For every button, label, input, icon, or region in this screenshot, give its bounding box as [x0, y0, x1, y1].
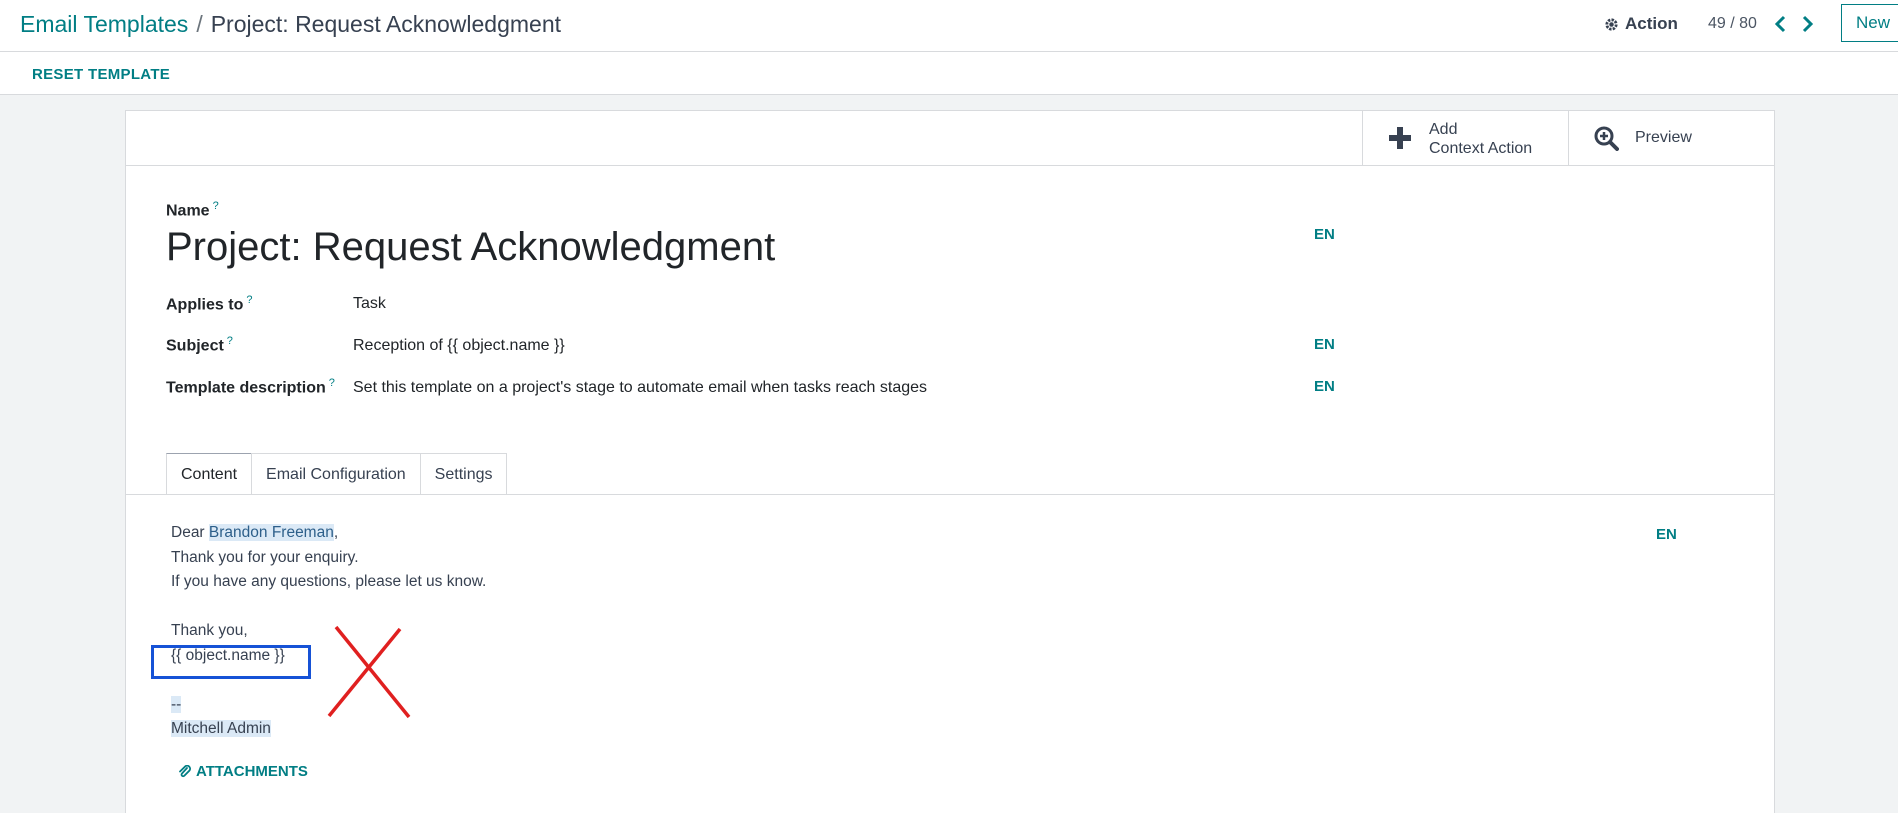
- signature-name: Mitchell Admin: [171, 720, 271, 737]
- tab-settings[interactable]: Settings: [419, 453, 508, 495]
- add-context-action-button[interactable]: Add Context Action: [1362, 111, 1568, 166]
- help-icon[interactable]: ?: [329, 377, 335, 389]
- attachments-button[interactable]: ATTACHMENTS: [178, 763, 308, 780]
- breadcrumb-separator: /: [196, 11, 203, 37]
- help-icon[interactable]: ?: [227, 335, 233, 347]
- body-lang-button[interactable]: EN: [1656, 526, 1677, 543]
- body-line-3: If you have any questions, please let us…: [171, 573, 487, 590]
- name-lang-button[interactable]: EN: [1314, 226, 1335, 243]
- breadcrumb-current: Project: Request Acknowledgment: [210, 11, 562, 37]
- plus-icon: [1389, 127, 1411, 149]
- new-button[interactable]: New: [1841, 4, 1898, 42]
- tab-content[interactable]: Content: [166, 453, 253, 495]
- attachments-label: ATTACHMENTS: [196, 763, 308, 780]
- annotation-cross-icon: [327, 625, 411, 719]
- applies-to-label: Applies to?: [166, 294, 253, 314]
- annotation-highlight-box: [151, 645, 311, 679]
- breadcrumb-email-templates[interactable]: Email Templates: [20, 11, 188, 37]
- help-icon[interactable]: ?: [246, 294, 252, 306]
- zoom-in-icon: [1594, 126, 1619, 151]
- name-input[interactable]: Project: Request Acknowledgment: [166, 223, 775, 271]
- template-description-input[interactable]: Set this template on a project's stage t…: [353, 379, 927, 397]
- action-label: Action: [1625, 14, 1678, 33]
- signature-separator: --: [171, 695, 182, 713]
- breadcrumb: Email Templates / Project: Request Acknowl…: [20, 10, 561, 38]
- chevron-right-icon[interactable]: [1796, 13, 1818, 35]
- applies-to-value[interactable]: Task: [353, 295, 386, 313]
- smart-button-box: Add Context Action Preview: [126, 111, 1774, 166]
- tab-email-configuration[interactable]: Email Configuration: [251, 453, 421, 495]
- preview-label: Preview: [1635, 129, 1692, 146]
- chevron-left-icon[interactable]: [1770, 13, 1792, 35]
- subject-lang-button[interactable]: EN: [1314, 336, 1335, 353]
- control-bar: RESET TEMPLATE: [0, 52, 1898, 95]
- action-button[interactable]: Action: [1604, 14, 1678, 34]
- body-line-greeting: Dear Brandon Freeman,: [171, 524, 339, 541]
- top-bar: Email Templates / Project: Request Acknowl…: [0, 0, 1898, 52]
- help-icon[interactable]: ?: [213, 200, 219, 212]
- notebook-tabs: Content Email Configuration Settings: [166, 453, 508, 495]
- gear-icon: [1605, 17, 1618, 31]
- template-description-label: Template description?: [166, 377, 335, 397]
- paperclip-icon: [179, 764, 191, 777]
- recipient-placeholder: Brandon Freeman: [208, 524, 334, 541]
- reset-template-button[interactable]: RESET TEMPLATE: [32, 66, 170, 83]
- tabs-divider: [126, 494, 1774, 495]
- subject-input[interactable]: Reception of {{ object.name }}: [353, 337, 565, 355]
- name-label: Name?: [166, 200, 219, 220]
- subject-label: Subject?: [166, 335, 233, 355]
- preview-button[interactable]: Preview: [1568, 111, 1774, 166]
- pager-value[interactable]: 49 / 80: [1708, 15, 1757, 33]
- body-line-2: Thank you for your enquiry.: [171, 548, 359, 566]
- description-lang-button[interactable]: EN: [1314, 378, 1335, 395]
- add-label-line1: Add: [1429, 121, 1458, 138]
- form-sheet: Add Context Action Preview Name? Project…: [125, 110, 1775, 813]
- add-label-line2: Context Action: [1429, 140, 1533, 157]
